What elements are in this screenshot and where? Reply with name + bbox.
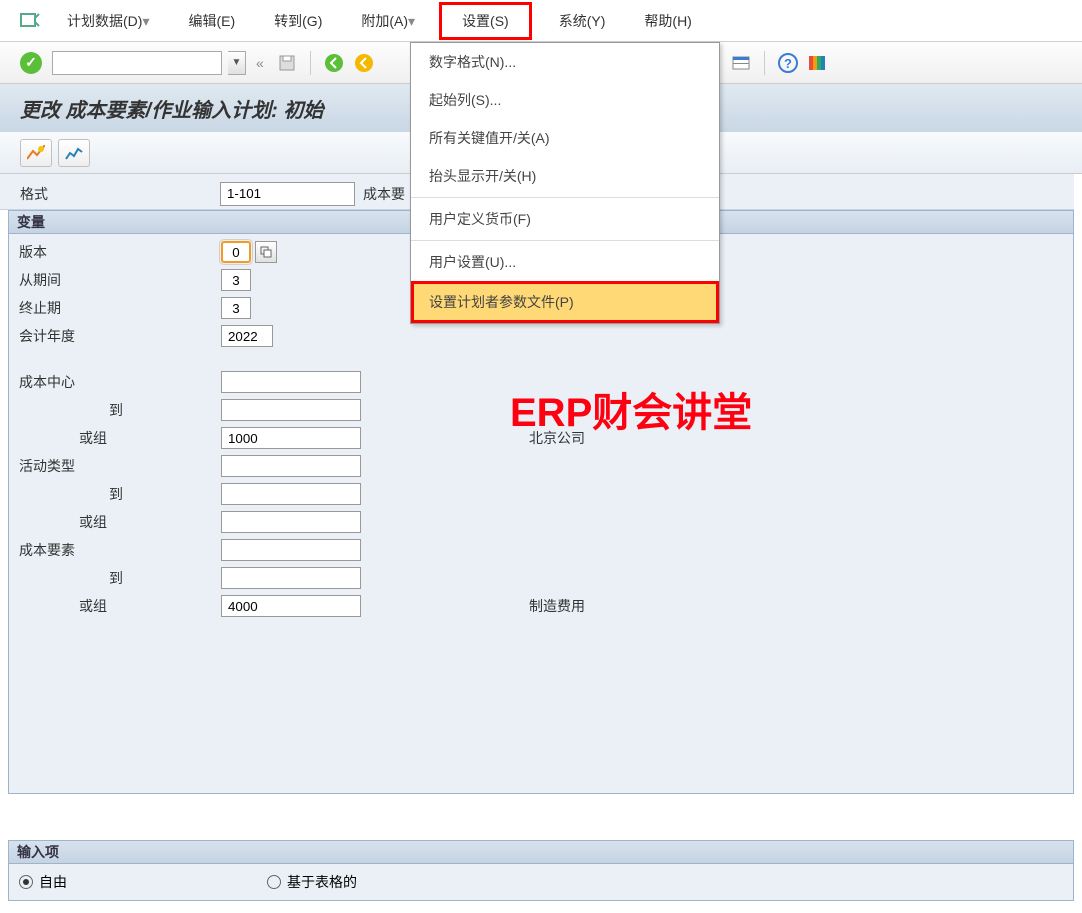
radio-table-label: 基于表格的	[287, 872, 357, 892]
activity-type-label: 活动类型	[9, 456, 221, 476]
menu-settings[interactable]: 设置(S)	[439, 2, 532, 40]
menu-extras[interactable]: 附加(A)▾	[349, 7, 427, 35]
exit-icon[interactable]	[351, 50, 377, 76]
separator	[411, 240, 719, 241]
dropdown-user-currency[interactable]: 用户定义货币(F)	[411, 200, 719, 238]
app-window-icon	[20, 11, 40, 31]
at-group-input[interactable]	[221, 511, 361, 533]
cost-center-label: 成本中心	[9, 372, 221, 392]
dropdown-start-column[interactable]: 起始列(S)...	[411, 81, 719, 119]
ce-group-label: 或组	[9, 596, 221, 616]
menu-help[interactable]: 帮助(H)	[632, 7, 703, 35]
command-dropdown-icon[interactable]: ▼	[228, 51, 246, 75]
cc-group-input[interactable]	[221, 427, 361, 449]
ce-group-desc: 制造费用	[529, 596, 585, 616]
at-to-label: 到	[9, 484, 221, 504]
color-icon[interactable]	[805, 50, 831, 76]
cost-element-label: 成本要素	[9, 540, 221, 560]
collapse-icon[interactable]: «	[256, 55, 264, 71]
command-field[interactable]	[52, 51, 222, 75]
at-to-input[interactable]	[221, 483, 361, 505]
ce-to-label: 到	[9, 568, 221, 588]
search-help-icon[interactable]	[255, 241, 277, 263]
dropdown-planner-profile[interactable]: 设置计划者参数文件(P)	[411, 281, 719, 323]
version-label: 版本	[9, 242, 221, 262]
dropdown-all-keys[interactable]: 所有关键值开/关(A)	[411, 119, 719, 157]
format-label: 格式	[20, 184, 220, 204]
input-section: 输入项 自由 基于表格的	[8, 840, 1074, 901]
cc-to-input[interactable]	[221, 399, 361, 421]
watermark-text: ERP财会讲堂	[510, 380, 752, 438]
format-input[interactable]	[220, 182, 355, 206]
separator	[411, 197, 719, 198]
enter-icon[interactable]: ✓	[20, 52, 42, 74]
dropdown-user-settings[interactable]: 用户设置(U)...	[411, 243, 719, 281]
help-icon[interactable]: ?	[775, 50, 801, 76]
format-desc: 成本要	[363, 184, 405, 204]
fiscal-year-label: 会计年度	[9, 326, 221, 346]
to-period-input[interactable]	[221, 297, 251, 319]
dropdown-header-toggle[interactable]: 抬头显示开/关(H)	[411, 157, 719, 195]
cost-center-input[interactable]	[221, 371, 361, 393]
radio-free[interactable]: 自由	[19, 872, 67, 892]
cc-group-label: 或组	[9, 428, 221, 448]
from-period-label: 从期间	[9, 270, 221, 290]
from-period-input[interactable]	[221, 269, 251, 291]
menu-system[interactable]: 系统(Y)	[547, 7, 618, 35]
radio-free-label: 自由	[39, 872, 67, 892]
radio-table[interactable]: 基于表格的	[267, 872, 357, 892]
menu-plan-data[interactable]: 计划数据(D)▾	[55, 7, 161, 35]
cc-to-label: 到	[9, 400, 221, 420]
svg-text:?: ?	[784, 56, 792, 71]
ce-to-input[interactable]	[221, 567, 361, 589]
settings-dropdown: 数字格式(N)... 起始列(S)... 所有关键值开/关(A) 抬头显示开/关…	[410, 42, 720, 324]
fiscal-year-input[interactable]	[221, 325, 273, 347]
dropdown-number-format[interactable]: 数字格式(N)...	[411, 43, 719, 81]
back-icon[interactable]	[321, 50, 347, 76]
overview-icon[interactable]	[20, 139, 52, 167]
chart-icon[interactable]	[58, 139, 90, 167]
menu-bar: 计划数据(D)▾ 编辑(E) 转到(G) 附加(A)▾ 设置(S) 系统(Y) …	[0, 0, 1082, 42]
menu-goto[interactable]: 转到(G)	[262, 7, 334, 35]
activity-type-input[interactable]	[221, 455, 361, 477]
to-period-label: 终止期	[9, 298, 221, 318]
window2-icon[interactable]	[728, 50, 754, 76]
radio-row: 自由 基于表格的	[8, 864, 1074, 901]
ce-group-input[interactable]	[221, 595, 361, 617]
at-group-label: 或组	[9, 512, 221, 532]
input-options-header: 输入项	[8, 840, 1074, 864]
menu-edit[interactable]: 编辑(E)	[176, 7, 247, 35]
version-input[interactable]	[221, 241, 251, 263]
cost-element-input[interactable]	[221, 539, 361, 561]
save-icon[interactable]	[274, 50, 300, 76]
